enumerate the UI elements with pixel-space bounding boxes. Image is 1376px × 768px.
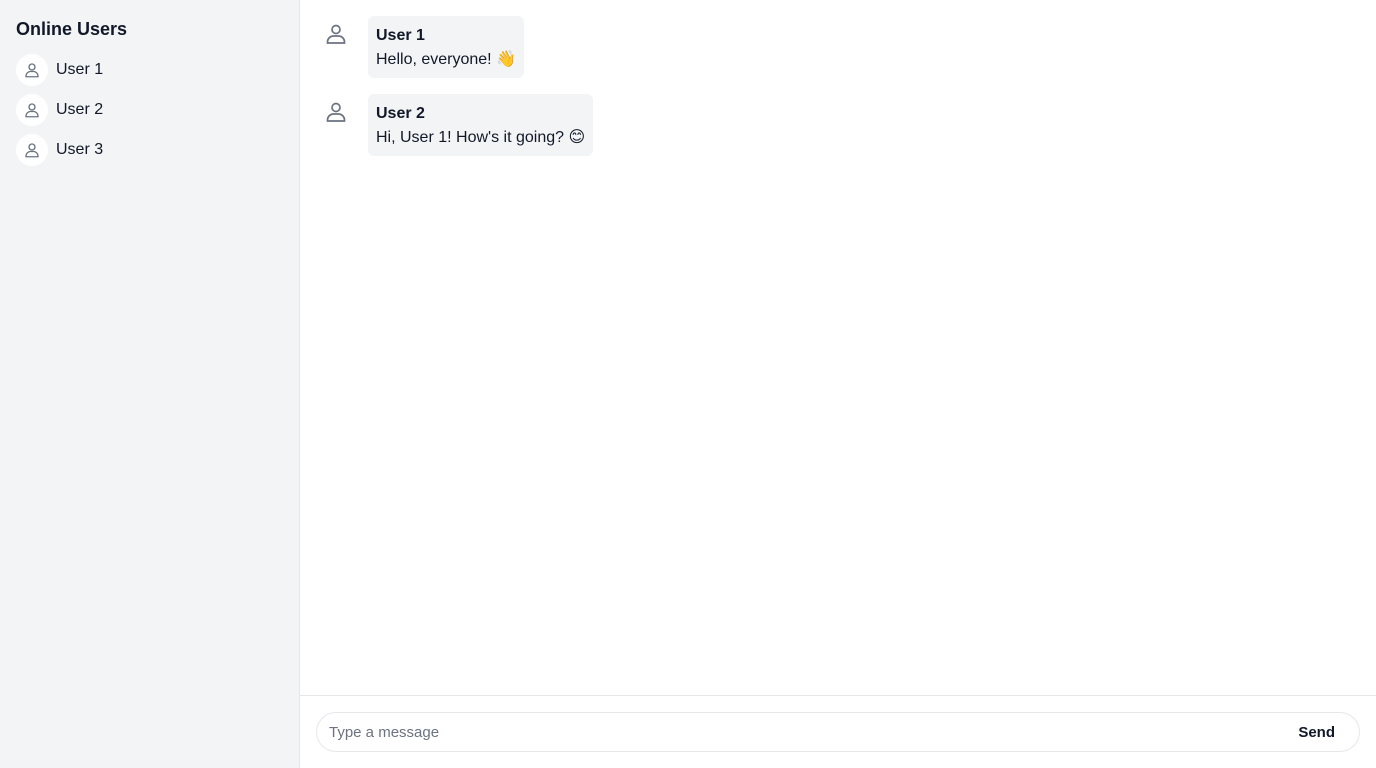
online-users-sidebar: Online Users User 1 User 2 User 3 — [0, 0, 300, 768]
message-bubble: User 1 Hello, everyone! 👋 — [368, 16, 524, 78]
user-icon — [16, 134, 48, 166]
message-composer: Send — [300, 695, 1376, 768]
sidebar-item-label: User 1 — [56, 61, 104, 78]
user-icon — [16, 94, 48, 126]
chat-message: User 2 Hi, User 1! How's it going? 😊 — [316, 94, 1360, 156]
message-text: Hello, everyone! 👋 — [376, 51, 516, 68]
sidebar-item-user-3[interactable]: User 3 — [16, 134, 283, 166]
sidebar-item-label: User 3 — [56, 141, 104, 158]
message-author: User 1 — [376, 27, 425, 44]
user-icon — [16, 54, 48, 86]
user-icon — [316, 94, 356, 134]
message-input[interactable] — [329, 713, 1287, 751]
sidebar-item-user-2[interactable]: User 2 — [16, 94, 283, 126]
message-bubble: User 2 Hi, User 1! How's it going? 😊 — [368, 94, 594, 156]
sidebar-title: Online Users — [16, 19, 128, 39]
message-text: Hi, User 1! How's it going? 😊 — [376, 129, 586, 146]
send-button[interactable]: Send — [1286, 724, 1347, 741]
user-icon — [316, 16, 356, 56]
message-author: User 2 — [376, 105, 425, 122]
chat-panel: User 1 Hello, everyone! 👋 User 2 Hi, Use… — [300, 0, 1376, 768]
chat-app: Online Users User 1 User 2 User 3 User 1… — [0, 0, 1376, 768]
sidebar-item-user-1[interactable]: User 1 — [16, 54, 283, 86]
sidebar-item-label: User 2 — [56, 101, 104, 118]
message-input-wrapper: Send — [316, 712, 1360, 752]
message-list[interactable]: User 1 Hello, everyone! 👋 User 2 Hi, Use… — [300, 0, 1376, 695]
online-users-list: User 1 User 2 User 3 — [16, 54, 283, 166]
chat-message: User 1 Hello, everyone! 👋 — [316, 16, 1360, 78]
